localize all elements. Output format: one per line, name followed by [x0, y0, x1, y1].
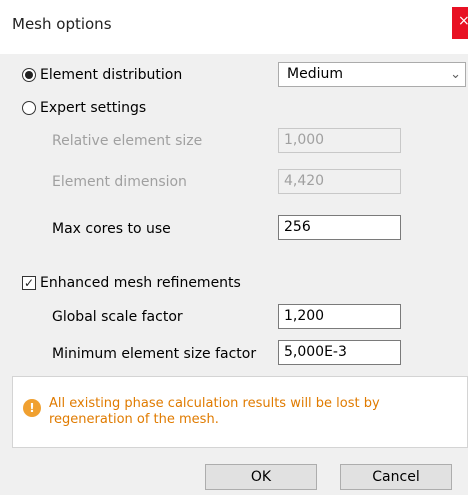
- min-element-size-factor-field[interactable]: 5,000E-3: [278, 340, 401, 365]
- relative-element-size-field[interactable]: 1,000: [278, 128, 401, 153]
- expert-settings-radio[interactable]: [22, 101, 36, 115]
- element-distribution-value: Medium: [287, 66, 343, 82]
- warning-box: ! All existing phase calculation results…: [12, 376, 468, 448]
- element-distribution-radio[interactable]: [22, 68, 36, 82]
- dialog-title: Mesh options: [12, 15, 112, 33]
- warning-icon: !: [23, 399, 41, 417]
- element-distribution-label: Element distribution: [40, 67, 183, 83]
- enhanced-refinements-label: Enhanced mesh refinements: [40, 275, 241, 291]
- relative-element-size-label: Relative element size: [52, 133, 203, 149]
- cancel-button[interactable]: Cancel: [340, 464, 452, 490]
- close-button[interactable]: ×: [452, 7, 468, 39]
- close-icon: ×: [458, 13, 468, 29]
- min-element-size-factor-label: Minimum element size factor: [52, 346, 257, 362]
- global-scale-factor-label: Global scale factor: [52, 309, 183, 325]
- mesh-options-dialog: Mesh options × Element distribution Medi…: [0, 0, 468, 495]
- checkmark-icon: ✓: [23, 276, 35, 290]
- warning-text: All existing phase calculation results w…: [49, 396, 380, 427]
- max-cores-label: Max cores to use: [52, 221, 171, 237]
- element-distribution-select[interactable]: Medium ⌄: [278, 62, 466, 87]
- element-dimension-field[interactable]: 4,420: [278, 169, 401, 194]
- global-scale-factor-field[interactable]: 1,200: [278, 304, 401, 329]
- chevron-down-icon: ⌄: [450, 67, 461, 82]
- element-dimension-label: Element dimension: [52, 174, 187, 190]
- enhanced-refinements-checkbox[interactable]: ✓: [22, 276, 36, 290]
- max-cores-field[interactable]: 256: [278, 215, 401, 240]
- ok-button[interactable]: OK: [205, 464, 317, 490]
- expert-settings-label: Expert settings: [40, 100, 147, 116]
